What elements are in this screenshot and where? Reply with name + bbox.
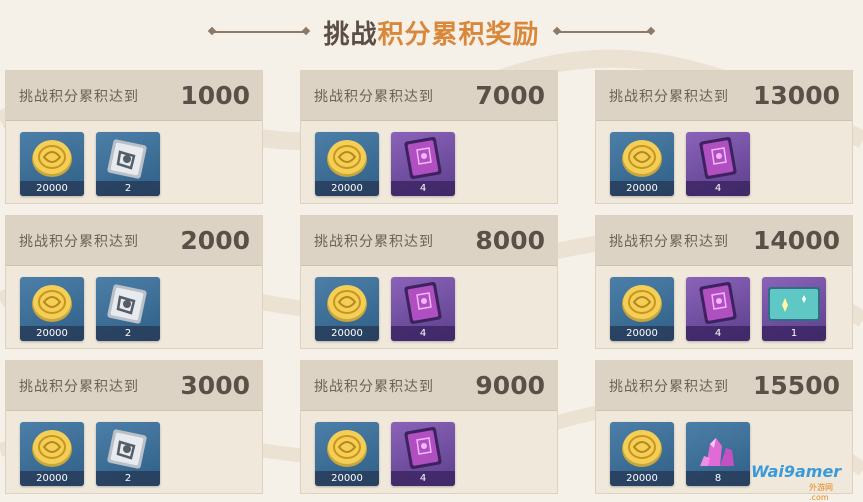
reward-item[interactable]: 20000: [610, 132, 674, 196]
reward-count: 20000: [610, 181, 674, 196]
reward-item[interactable]: 4: [391, 277, 455, 341]
reward-item[interactable]: 8: [686, 422, 750, 486]
tier-threshold: 13000: [753, 81, 840, 110]
tier-header: 挑战积分累积达到 13000: [596, 71, 852, 121]
tier-threshold: 15500: [753, 371, 840, 400]
tier-header: 挑战积分累积达到 3000: [6, 361, 262, 411]
tier-label: 挑战积分累积达到: [314, 88, 434, 105]
tier-label: 挑战积分累积达到: [19, 378, 139, 395]
tier-threshold: 7000: [475, 81, 545, 110]
reward-tier-card: 挑战积分累积达到 2000 20000 2: [5, 215, 263, 349]
reward-tier-card: 挑战积分累积达到 7000 20000 4: [300, 70, 558, 204]
reward-item[interactable]: 20000: [315, 422, 379, 486]
reward-item[interactable]: 20000: [20, 277, 84, 341]
reward-item[interactable]: 20000: [315, 132, 379, 196]
tier-label: 挑战积分累积达到: [19, 88, 139, 105]
reward-item[interactable]: 20000: [20, 422, 84, 486]
tier-threshold: 2000: [180, 226, 250, 255]
reward-count: 4: [686, 181, 750, 196]
watermark-subtext: 外游网 .com: [809, 483, 833, 502]
reward-item[interactable]: 2: [96, 132, 160, 196]
reward-count: 2: [96, 181, 160, 196]
reward-tier-card: 挑战积分累积达到 14000 20000 4 1: [595, 215, 853, 349]
tier-threshold: 1000: [180, 81, 250, 110]
tier-rewards: 20000 4: [301, 121, 557, 196]
reward-item[interactable]: 4: [686, 132, 750, 196]
reward-item[interactable]: 20000: [20, 132, 84, 196]
tier-label: 挑战积分累积达到: [609, 233, 729, 250]
reward-count: 2: [96, 326, 160, 341]
reward-count: 1: [762, 326, 826, 341]
watermark-logo: Wai9amer 外游网 .com: [751, 462, 851, 502]
title-part-2: 积分累积奖励: [377, 19, 540, 50]
tier-header: 挑战积分累积达到 15500: [596, 361, 852, 411]
title-text: 挑战积分累积奖励: [323, 14, 539, 51]
tier-threshold: 3000: [180, 371, 250, 400]
reward-tier-card: 挑战积分累积达到 9000 20000 4: [300, 360, 558, 494]
title-part-1: 挑战: [323, 19, 378, 50]
reward-item[interactable]: 2: [96, 422, 160, 486]
reward-count: 20000: [610, 326, 674, 341]
reward-count: 8: [686, 471, 750, 486]
reward-count: 4: [686, 326, 750, 341]
tier-header: 挑战积分累积达到 9000: [301, 361, 557, 411]
reward-item[interactable]: 4: [391, 422, 455, 486]
title-divider-left: [213, 31, 306, 33]
tier-threshold: 8000: [475, 226, 545, 255]
reward-tier-card: 挑战积分累积达到 1000 20000 2: [5, 70, 263, 204]
reward-item[interactable]: 2: [96, 277, 160, 341]
reward-item[interactable]: 4: [391, 132, 455, 196]
page-title: 挑战积分累积奖励: [0, 12, 863, 52]
reward-count: 20000: [315, 326, 379, 341]
tier-header: 挑战积分累积达到 8000: [301, 216, 557, 266]
tier-label: 挑战积分累积达到: [609, 378, 729, 395]
reward-count: 2: [96, 471, 160, 486]
tier-rewards: 20000 4: [301, 266, 557, 341]
tier-label: 挑战积分累积达到: [19, 233, 139, 250]
reward-count: 20000: [20, 181, 84, 196]
tier-rewards: 20000 2: [6, 266, 262, 341]
reward-tier-grid: 挑战积分累积达到 1000 20000 2 挑战积分累积达到 7000 20000 4 挑战积分…: [5, 70, 853, 494]
reward-count: 4: [391, 471, 455, 486]
reward-item[interactable]: 20000: [610, 422, 674, 486]
reward-count: 20000: [20, 326, 84, 341]
tier-threshold: 14000: [753, 226, 840, 255]
tier-label: 挑战积分累积达到: [609, 88, 729, 105]
reward-count: 20000: [20, 471, 84, 486]
tier-rewards: 20000 4: [301, 411, 557, 486]
tier-label: 挑战积分累积达到: [314, 233, 434, 250]
tier-header: 挑战积分累积达到 1000: [6, 71, 262, 121]
reward-count: 4: [391, 326, 455, 341]
watermark-text: Wai9amer: [751, 462, 842, 481]
reward-item[interactable]: 1: [762, 277, 826, 341]
tier-rewards: 20000 2: [6, 121, 262, 196]
reward-item[interactable]: 4: [686, 277, 750, 341]
tier-header: 挑战积分累积达到 14000: [596, 216, 852, 266]
reward-tier-card: 挑战积分累积达到 3000 20000 2: [5, 360, 263, 494]
reward-count: 4: [391, 181, 455, 196]
tier-rewards: 20000 4: [596, 121, 852, 196]
tier-header: 挑战积分累积达到 7000: [301, 71, 557, 121]
tier-label: 挑战积分累积达到: [314, 378, 434, 395]
tier-header: 挑战积分累积达到 2000: [6, 216, 262, 266]
reward-count: 20000: [610, 471, 674, 486]
reward-count: 20000: [315, 471, 379, 486]
reward-tier-card: 挑战积分累积达到 8000 20000 4: [300, 215, 558, 349]
reward-tier-card: 挑战积分累积达到 13000 20000 4: [595, 70, 853, 204]
reward-item[interactable]: 20000: [610, 277, 674, 341]
tier-rewards: 20000 2: [6, 411, 262, 486]
reward-item[interactable]: 20000: [315, 277, 379, 341]
title-divider-right: [557, 31, 650, 33]
reward-count: 20000: [315, 181, 379, 196]
tier-threshold: 9000: [475, 371, 545, 400]
tier-rewards: 20000 4 1: [596, 266, 852, 341]
